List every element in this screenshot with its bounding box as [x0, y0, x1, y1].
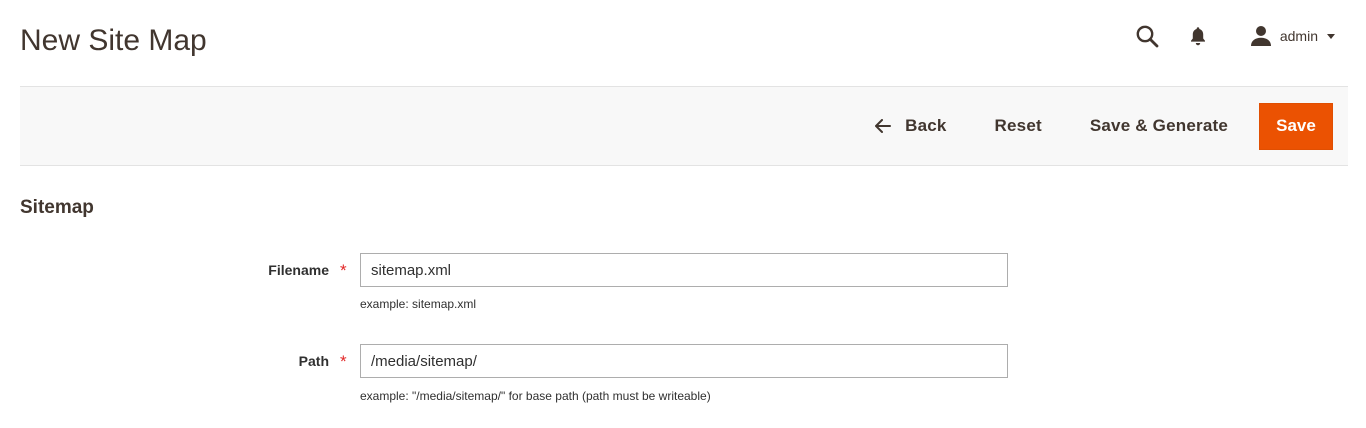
save-button[interactable]: Save: [1259, 102, 1333, 150]
user-icon: [1250, 26, 1271, 46]
path-required-mark: *: [340, 352, 347, 371]
back-button[interactable]: Back: [851, 102, 970, 150]
user-name: admin: [1279, 28, 1318, 44]
search-icon: [1136, 25, 1159, 48]
path-note: example: "/media/sitemap/" for base path…: [360, 389, 711, 403]
filename-note: example: sitemap.xml: [360, 297, 477, 311]
filename-required-mark: *: [340, 261, 347, 280]
user-menu[interactable]: admin: [1250, 22, 1336, 50]
path-label: Path: [298, 353, 329, 369]
save-and-generate-button[interactable]: Save & Generate: [1066, 102, 1252, 150]
arrow-left-icon: [875, 119, 892, 133]
bell-icon: [1190, 27, 1205, 46]
filename-input[interactable]: [360, 253, 1008, 287]
header-actions: admin: [1134, 22, 1336, 50]
search-button[interactable]: [1134, 22, 1160, 50]
caret-down-icon: [1327, 34, 1335, 39]
page-actions-toolbar: Back Reset Save & Generate Save: [20, 86, 1348, 166]
section-title: Sitemap: [20, 197, 94, 218]
reset-button[interactable]: Reset: [971, 102, 1066, 150]
path-input[interactable]: [360, 344, 1008, 378]
notifications-button[interactable]: [1188, 22, 1208, 50]
page-title: New Site Map: [20, 24, 207, 57]
action-buttons: Back Reset Save & Generate Save: [851, 102, 1333, 150]
filename-label: Filename: [268, 262, 329, 278]
page-header: New Site Map admin: [0, 0, 1366, 86]
back-label: Back: [905, 116, 947, 135]
